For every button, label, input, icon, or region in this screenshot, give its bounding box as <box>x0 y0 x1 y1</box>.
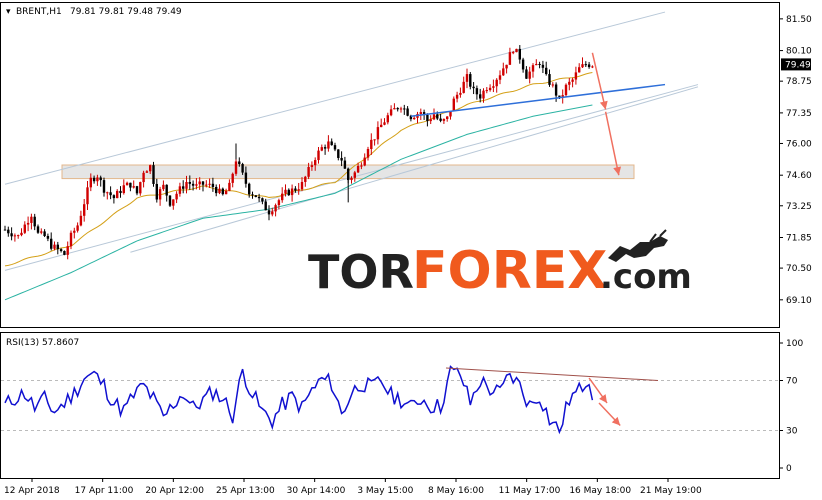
y-tick-label: 81.50 <box>786 15 812 25</box>
y-tick-label: 78.75 <box>786 77 812 87</box>
rsi-y-tick-label: 30 <box>786 427 798 437</box>
y-tick-label: 77.35 <box>786 109 812 119</box>
candle <box>168 195 172 207</box>
ohlc-values: 79.81 79.81 79.48 79.49 <box>70 7 182 17</box>
x-tick-label: 17 Apr 11:00 <box>75 486 134 496</box>
y-tick-label: 80.10 <box>786 47 812 57</box>
x-tick-label: 16 May 18:00 <box>569 486 631 496</box>
y-tick-label: 71.85 <box>786 234 812 244</box>
x-tick-label: 8 May 16:00 <box>428 486 484 496</box>
x-tick-label: 3 May 15:00 <box>357 486 413 496</box>
candle <box>452 96 455 112</box>
x-tick-label: 12 Apr 2018 <box>4 486 60 496</box>
y-tick-label: 70.50 <box>786 264 812 274</box>
rsi-y-tick-label: 70 <box>786 377 798 387</box>
brand-part-com: .com <box>600 257 692 297</box>
brand-part-tor: TOR <box>308 245 414 299</box>
current-price-label: 79.49 <box>785 60 811 70</box>
rsi-y-tick-label: 100 <box>786 339 803 349</box>
candle <box>63 250 66 256</box>
candle <box>515 48 518 53</box>
x-tick-label: 25 Apr 13:00 <box>216 486 275 496</box>
y-tick-label: 73.25 <box>786 202 812 212</box>
rsi-y-axis: 100 70 30 0 <box>779 339 803 474</box>
rsi-label: RSI(13) 57.8607 <box>6 338 79 348</box>
x-tick-label: 20 Apr 12:00 <box>145 486 204 496</box>
candle <box>152 161 155 187</box>
rsi-y-tick-label: 0 <box>786 464 792 474</box>
x-tick-label: 30 Apr 14:00 <box>287 486 346 496</box>
rsi-panel-frame <box>0 332 780 479</box>
x-tick-label: 11 May 17:00 <box>499 486 561 496</box>
x-tick-label: 21 May 19:00 <box>640 486 702 496</box>
brand-part-forex: FOREX <box>412 241 607 301</box>
symbol-dropdown-icon[interactable]: ▾ <box>6 7 11 17</box>
y-tick-label: 74.60 <box>786 171 812 181</box>
chart-area: TOR FOREX .com ▾ BRENT,H1 79.81 79.81 79… <box>0 2 812 496</box>
current-price-tag: 79.49 <box>781 58 811 71</box>
y-tick-label: 76.00 <box>786 139 812 149</box>
y-tick-label: 69.10 <box>786 296 812 306</box>
symbol-label: BRENT,H1 <box>16 7 62 17</box>
time-x-axis: 12 Apr 2018 17 Apr 11:00 20 Apr 12:00 25 Ap… <box>4 478 702 496</box>
